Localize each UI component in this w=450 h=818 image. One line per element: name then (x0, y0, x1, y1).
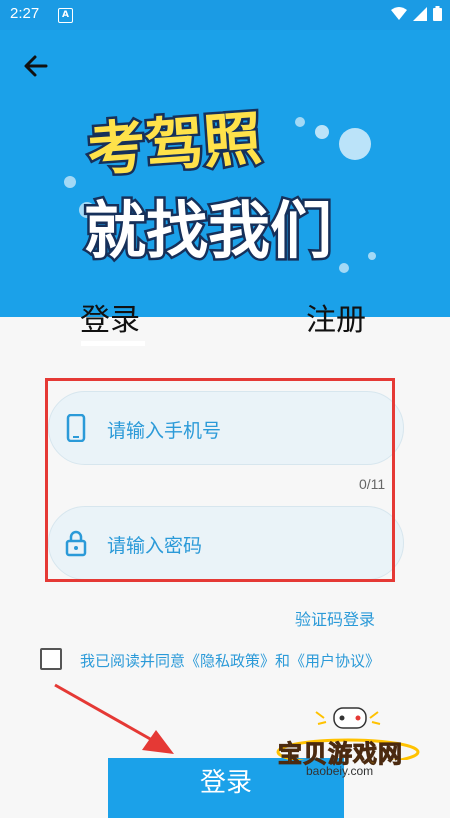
wifi-icon (391, 6, 407, 20)
header-banner: 考驾照 就找我们 登录 注册 (0, 30, 450, 346)
watermark-logo: 宝贝游戏网 baobeiy.com (268, 700, 436, 790)
banner-line2: 就找我们 (84, 194, 332, 267)
agreement-checkbox[interactable] (40, 648, 62, 670)
status-bar: 2:27 A (0, 0, 450, 30)
signal-icon (413, 6, 427, 21)
banner-illustration: 考驾照 就找我们 (64, 102, 376, 273)
tab-register[interactable]: 注册 (306, 295, 366, 339)
active-tab-indicator (81, 341, 145, 346)
tab-login[interactable]: 登录 (80, 295, 140, 339)
agreement-text[interactable]: 我已阅读并同意《隐私政策》和《用户协议》 (80, 650, 380, 671)
status-time: 2:27 (10, 5, 40, 22)
notification-badge: A (58, 8, 73, 23)
annotation-highlight-box (45, 378, 395, 582)
banner-line1: 考驾照 (85, 104, 263, 184)
sms-code-login-link[interactable]: 验证码登录 (295, 606, 375, 630)
back-arrow-icon[interactable] (20, 50, 52, 82)
watermark-url: baobeiy.com (306, 764, 374, 778)
battery-icon (433, 6, 442, 21)
annotation-arrow-icon (54, 683, 174, 754)
